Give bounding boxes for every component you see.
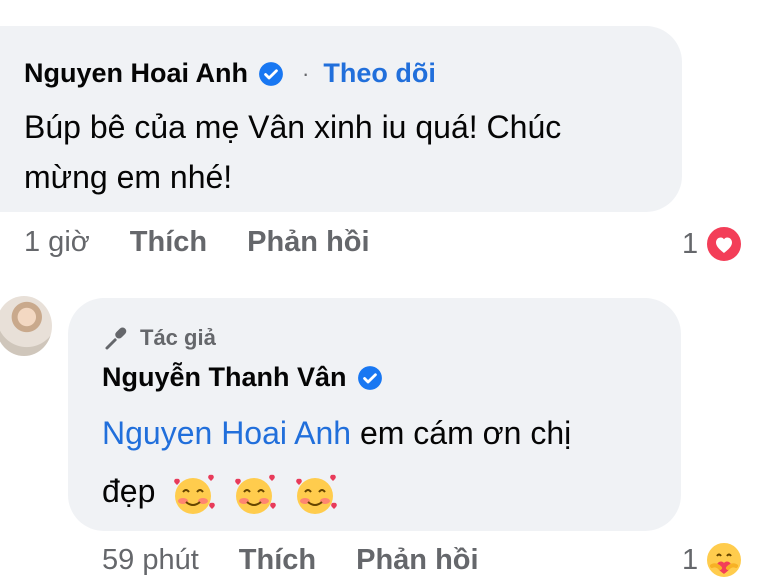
reply-text-line: Nguyen Hoai Anh em cám ơn chị: [102, 404, 571, 462]
microphone-icon: [105, 327, 127, 350]
verified-badge-icon: [357, 365, 382, 390]
reply-text-fragment: em cám ơn chị: [351, 415, 572, 451]
like-button[interactable]: Thích: [239, 544, 316, 577]
author-name[interactable]: Nguyễn Thanh Vân: [102, 362, 347, 393]
author-name[interactable]: Nguyen Hoai Anh: [24, 58, 248, 89]
comment-text-line: mừng em nhé!: [24, 159, 233, 195]
smiling-face-with-hearts-icon: [174, 474, 216, 514]
reaction-summary[interactable]: 1: [682, 540, 744, 580]
verified-badge-icon: [259, 61, 283, 86]
timestamp[interactable]: 59 phút: [102, 544, 199, 577]
comment-text: Búp bê của mẹ Vân xinh iu quá! Chúc mừng…: [24, 102, 561, 202]
care-reaction-icon: [705, 541, 744, 579]
reaction-summary[interactable]: 1: [682, 224, 744, 264]
reply-text-fragment: đẹp: [102, 473, 156, 509]
comment-actions: 1 giờ Thích Phản hồi: [24, 226, 370, 259]
reply-actions: 59 phút Thích Phản hồi: [102, 544, 479, 577]
follow-button[interactable]: Theo dõi: [323, 58, 435, 89]
reply-text: Nguyen Hoai Anh em cám ơn chị đẹp: [102, 404, 571, 520]
mention-link[interactable]: Nguyen Hoai Anh: [102, 415, 351, 451]
comment-text-line: Búp bê của mẹ Vân xinh iu quá! Chúc: [24, 109, 562, 145]
avatar[interactable]: [0, 296, 52, 356]
reaction-count: 1: [682, 227, 699, 260]
reply-header: Nguyễn Thanh Vân: [102, 362, 383, 393]
author-badge: Tác giả: [102, 323, 216, 353]
smiling-face-with-hearts-icon: [235, 474, 277, 514]
smiling-face-with-hearts-icon: [296, 474, 337, 514]
reaction-count: 1: [682, 543, 699, 576]
comment-header: Nguyen Hoai Anh · Theo dõi: [24, 58, 436, 89]
love-reaction-icon: [705, 225, 744, 263]
reply-button[interactable]: Phản hồi: [247, 226, 369, 259]
reply-text-line: đẹp: [102, 462, 571, 520]
author-badge-label: Tác giả: [140, 325, 216, 350]
reply-button[interactable]: Phản hồi: [356, 544, 478, 577]
timestamp[interactable]: 1 giờ: [24, 226, 90, 259]
like-button[interactable]: Thích: [130, 226, 207, 259]
separator-dot: ·: [302, 60, 310, 86]
